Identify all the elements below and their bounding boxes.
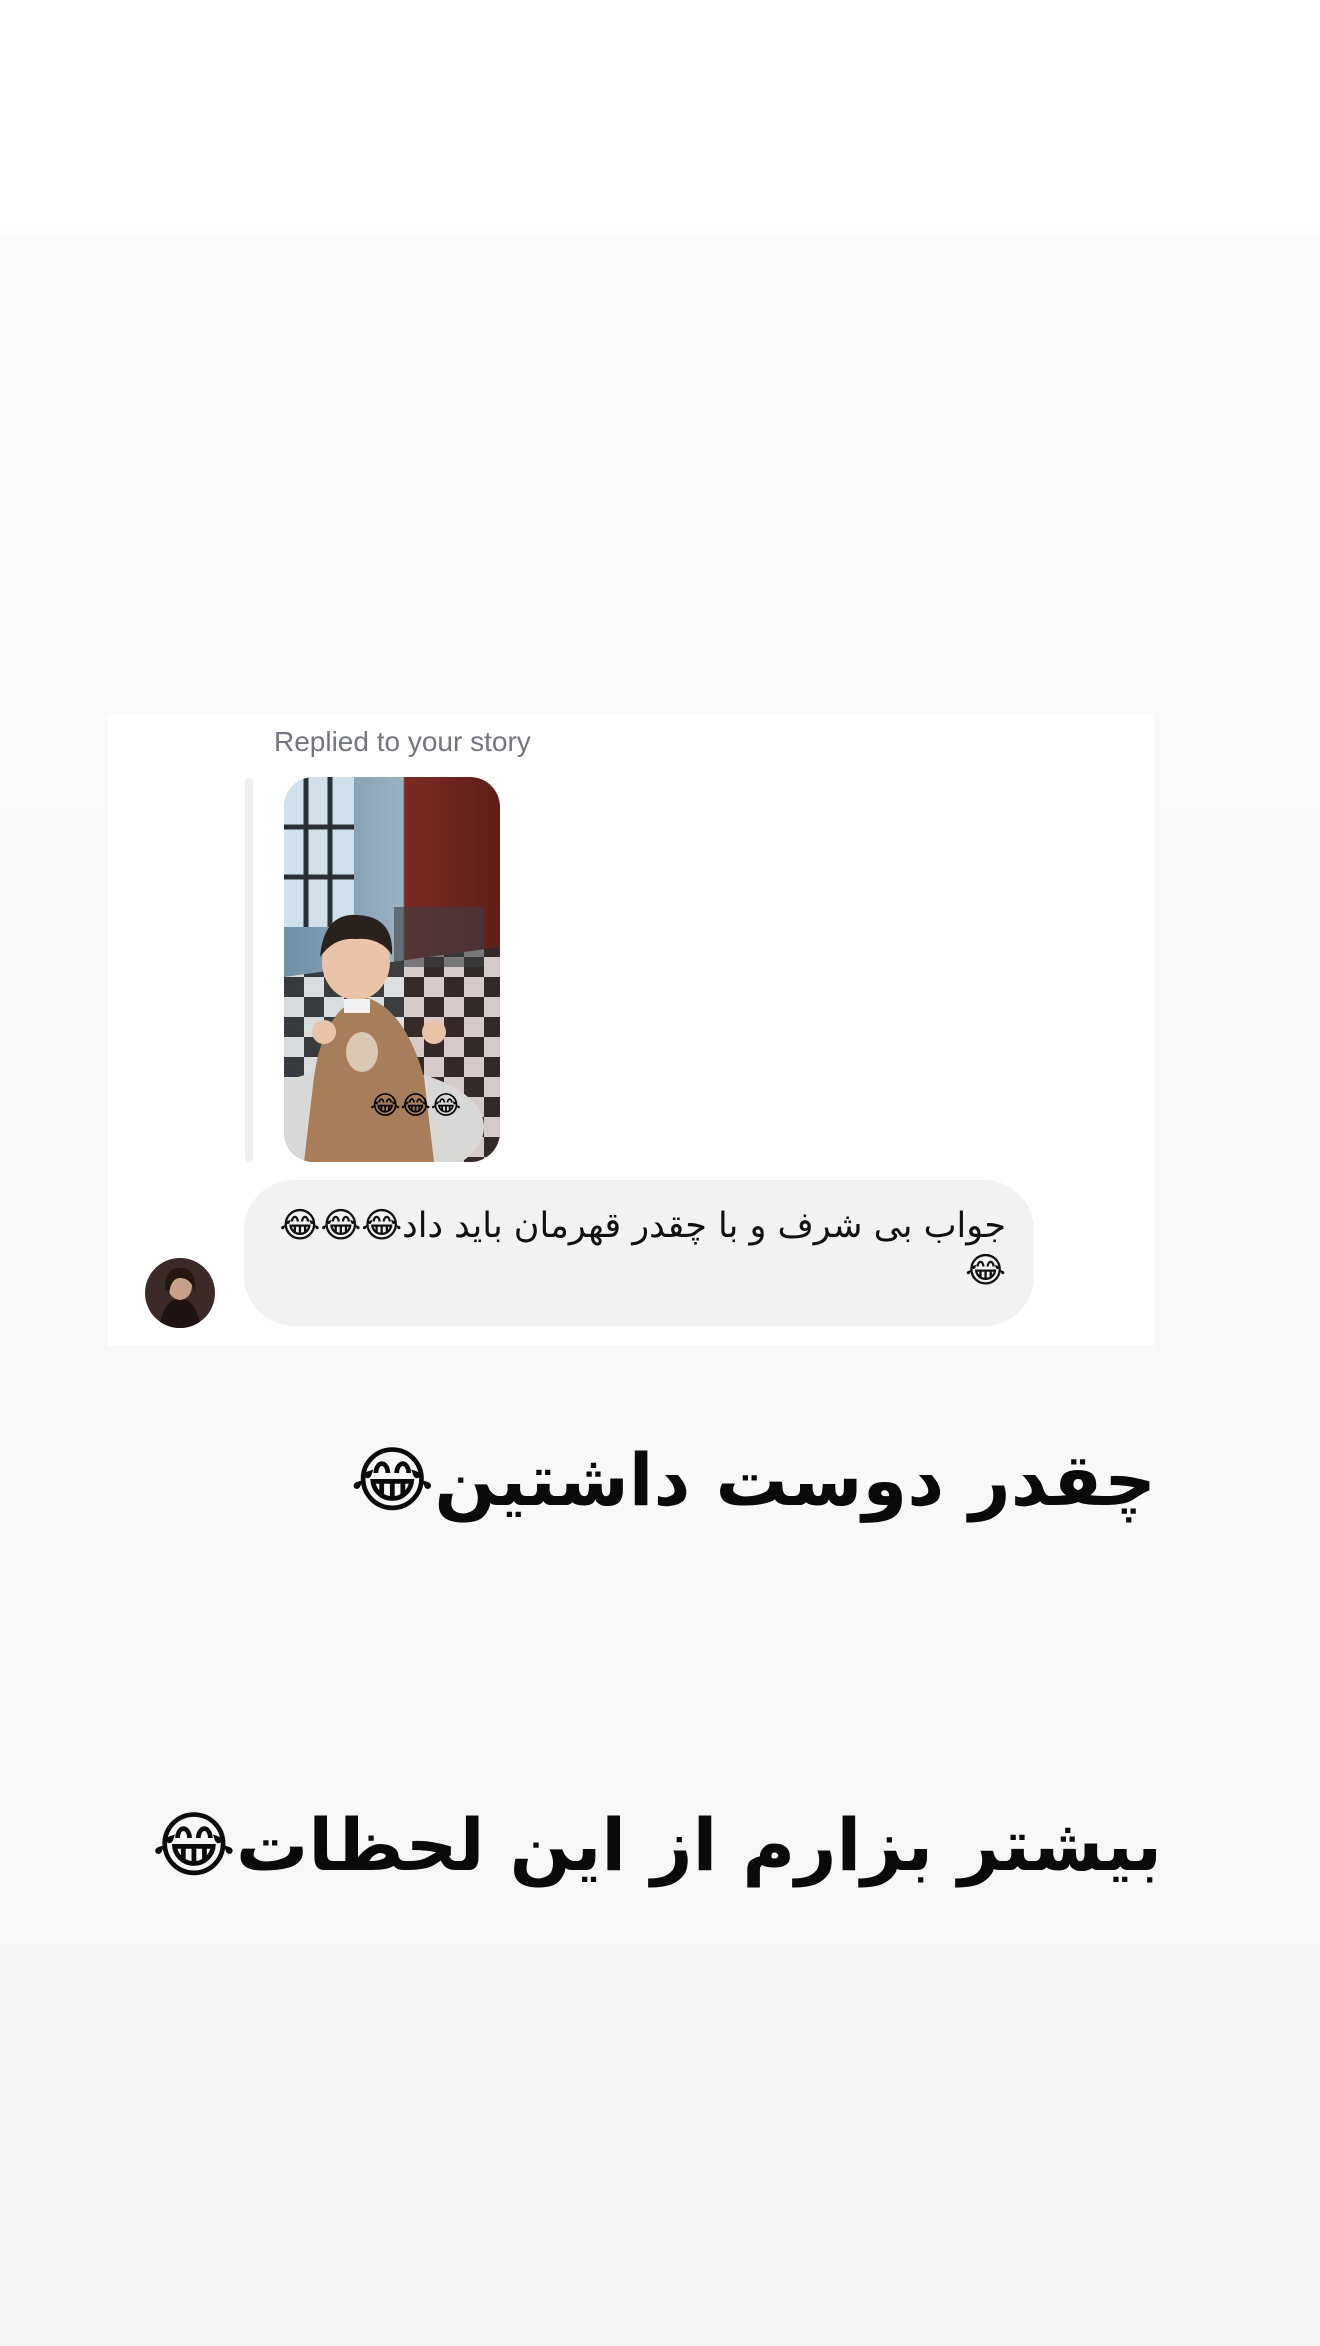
story-thumbnail[interactable]: 😂😂😂: [284, 777, 500, 1162]
message-bubble[interactable]: جواب بی شرف و با چقدر قهرمان باید داد😂😂😂…: [244, 1180, 1034, 1326]
story-caption-line-2: بیشتر بزارم از این لحظات😂: [151, 1803, 1162, 1887]
story-photo-icon: 😂😂😂: [284, 777, 500, 1162]
sender-avatar[interactable]: [145, 1258, 215, 1328]
message-text: جواب بی شرف و با چقدر قهرمان باید داد😂😂😂…: [279, 1206, 1006, 1291]
profile-avatar-icon: [145, 1258, 215, 1328]
reply-quote-bar: [245, 778, 253, 1162]
thumbnail-emoji-overlay: 😂😂😂: [370, 1091, 461, 1121]
story-caption-line-1: چقدر دوست داشتین😂: [350, 1438, 1156, 1522]
story-reply-message-group: Replied to your story 😂😂😂 جواب بی شرف و …: [108, 714, 1154, 1346]
replied-to-story-label: Replied to your story: [274, 726, 531, 757]
